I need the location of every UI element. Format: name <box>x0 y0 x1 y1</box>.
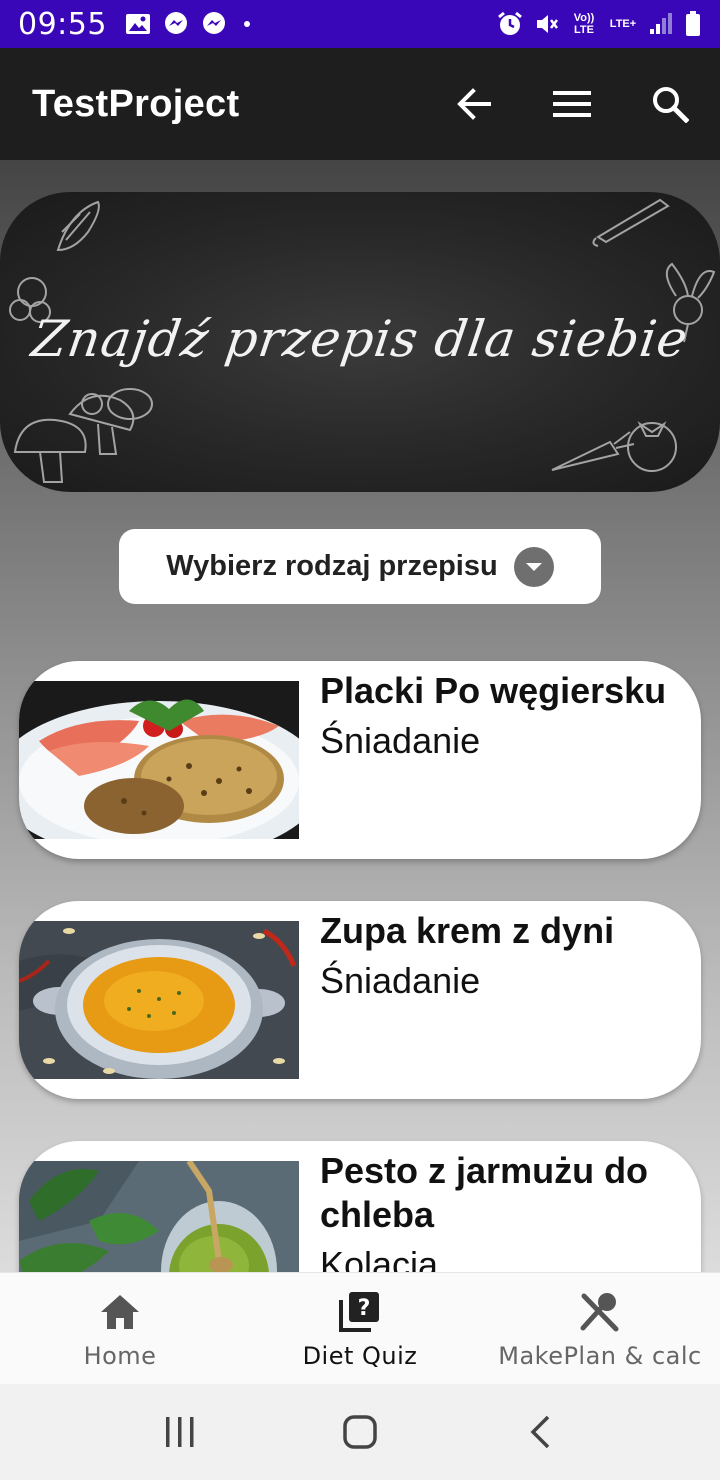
nav-item-home[interactable]: Home <box>0 1273 240 1384</box>
messenger-icon <box>201 11 227 37</box>
search-icon <box>653 87 689 123</box>
utensils-icon <box>579 1290 621 1334</box>
search-button[interactable] <box>648 82 692 126</box>
battery-icon <box>684 10 702 38</box>
recipe-image-placki <box>19 681 299 839</box>
system-status-icons: Vo)) LTE LTE+ <box>496 10 702 38</box>
notification-icons <box>125 11 255 37</box>
signal-icon <box>648 12 674 36</box>
lte-indicator: LTE+ <box>609 18 637 30</box>
recipe-category: Kolacja <box>320 1244 439 1272</box>
app-bar-actions <box>452 82 692 126</box>
app-title: TestProject <box>32 82 240 125</box>
recipe-image-pesto <box>19 1161 299 1272</box>
recipe-category: Śniadanie <box>320 720 481 761</box>
svg-text:?: ? <box>358 1296 371 1321</box>
recents-button[interactable] <box>150 1402 210 1462</box>
nav-item-diet-quiz[interactable]: ? Diet Quiz <box>240 1273 480 1384</box>
chevron-down-icon <box>513 546 554 587</box>
nav-label-makeplan: MakePlan & calc <box>498 1341 702 1370</box>
recipe-card[interactable]: Zupa krem z dyni Śniadanie <box>19 901 701 1099</box>
dot-icon <box>239 16 255 32</box>
gallery-icon <box>125 12 151 36</box>
recipe-title: Placki Po węgiersku <box>320 670 667 711</box>
menu-button[interactable] <box>550 82 594 126</box>
main-content[interactable]: Znajdź przepis dla siebie Wybierz rodzaj… <box>0 160 720 1272</box>
banner-title: Znajdź przepis dla siebie <box>28 310 692 368</box>
quiz-icon: ? <box>339 1290 381 1334</box>
nav-label-home: Home <box>83 1341 157 1370</box>
recipe-image-zupa <box>19 921 299 1079</box>
home-icon <box>99 1290 141 1334</box>
mute-icon <box>534 11 560 37</box>
recipe-title: Zupa krem z dyni <box>320 910 615 951</box>
back-button[interactable] <box>452 82 496 126</box>
hero-banner: Znajdź przepis dla siebie <box>0 192 720 492</box>
recipe-card[interactable]: Placki Po węgiersku Śniadanie <box>19 661 701 859</box>
system-navigation-bar <box>0 1384 720 1480</box>
bottom-navigation: Home ? Diet Quiz MakePlan & calc <box>0 1272 720 1384</box>
alarm-icon <box>496 10 524 38</box>
nav-label-diet-quiz: Diet Quiz <box>302 1341 418 1370</box>
home-circle-icon <box>343 1415 377 1449</box>
home-system-button[interactable] <box>330 1402 390 1462</box>
back-arrow-icon <box>457 88 491 120</box>
nav-item-makeplan[interactable]: MakePlan & calc <box>480 1273 720 1384</box>
recipe-type-label: Wybierz rodzaj przepisu <box>166 550 498 582</box>
volte-indicator: Vo)) LTE <box>573 12 595 36</box>
status-time: 09:55 <box>18 6 107 42</box>
recipe-card[interactable]: Pesto z jarmużu do chleba Kolacja <box>19 1141 701 1272</box>
back-system-button[interactable] <box>510 1402 570 1462</box>
back-chevron-icon <box>530 1415 550 1449</box>
recents-icon <box>166 1417 194 1447</box>
messenger-icon <box>163 11 189 37</box>
status-bar: 09:55 Vo)) LTE LTE+ <box>0 0 720 48</box>
recipe-type-dropdown[interactable]: Wybierz rodzaj przepisu <box>119 529 601 604</box>
menu-icon <box>553 91 591 117</box>
recipe-category: Śniadanie <box>320 960 481 1001</box>
recipe-title: Pesto z jarmużu do chleba <box>320 1150 649 1235</box>
app-bar: TestProject <box>0 48 720 160</box>
